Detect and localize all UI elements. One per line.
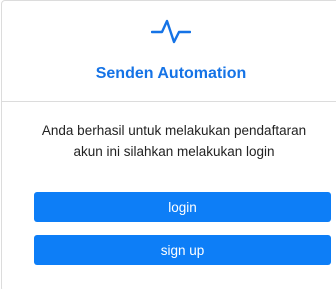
card-header: Senden Automation [2,1,336,102]
registration-success-card: Senden Automation Anda berhasil untuk me… [1,0,336,289]
success-message: Anda berhasil untuk melakukan pendaftara… [41,123,307,159]
sign-up-button[interactable]: sign up [34,235,331,265]
activity-pulse-icon [2,17,336,45]
brand-title: Senden Automation [95,65,247,82]
login-button[interactable]: login [34,192,331,222]
